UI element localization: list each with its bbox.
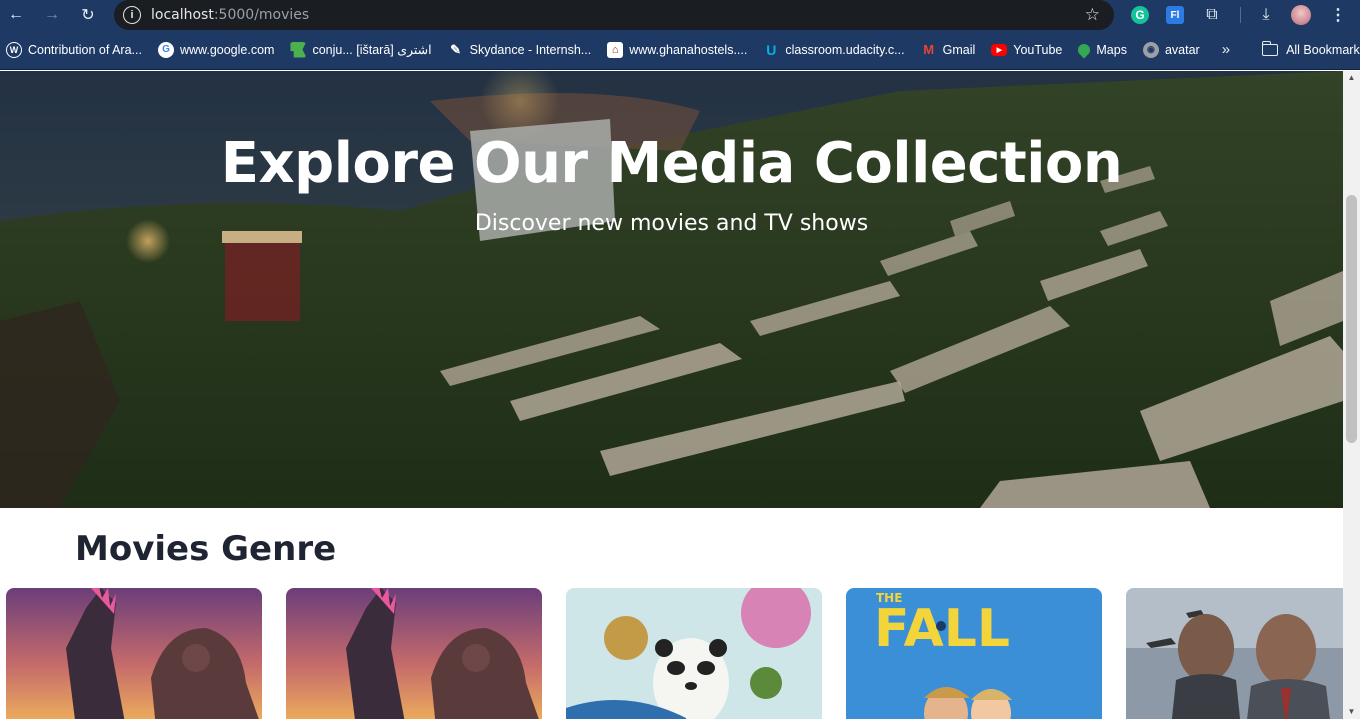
bookmark-label: www.ghanahostels.... [629, 42, 748, 57]
udacity-icon: U [766, 41, 777, 58]
address-bar[interactable]: i localhost:5000/movies ☆ [114, 0, 1114, 30]
bookmark-item[interactable]: ◉ avatar [1142, 36, 1208, 64]
url-text[interactable]: localhost:5000/movies [151, 7, 309, 23]
back-arrow-icon: ← [8, 6, 24, 23]
bookmark-item[interactable]: W Contribution of Ara... [6, 36, 150, 64]
movie-card[interactable] [1126, 588, 1343, 719]
bookmark-label: Skydance - Internsh... [469, 42, 592, 57]
bookmark-label: Gmail [942, 42, 976, 57]
all-bookmarks-button[interactable]: All Bookmarks [1261, 40, 1360, 57]
page-viewport: Explore Our Media Collection Discover ne… [0, 71, 1343, 719]
google-icon: G [157, 41, 174, 58]
toolbar-divider [1240, 7, 1241, 23]
back-button[interactable]: ← [2, 1, 30, 29]
bookmark-label: avatar [1164, 42, 1200, 57]
hero-subtitle: Discover new movies and TV shows [474, 211, 869, 236]
youtube-icon: ▶ [991, 43, 1008, 56]
scroll-up-icon[interactable]: ▲ [1343, 71, 1360, 85]
wordpress-icon: W [6, 41, 22, 58]
bookmarks-bar: W Contribution of Ara... G www.google.co… [0, 30, 1360, 70]
folder-icon [1261, 40, 1279, 56]
browser-menu-icon[interactable]: ⋮ [1330, 5, 1346, 25]
pen-icon: ✎ [450, 41, 462, 57]
bookmark-item[interactable]: ✎ Skydance - Internsh... [448, 36, 600, 64]
the-fall-guy-poster: THE FALL [846, 588, 1102, 719]
bookmark-label: classroom.udacity.c... [785, 42, 905, 57]
section-title: Movies Genre [75, 529, 337, 569]
hero-banner: Explore Our Media Collection Discover ne… [0, 71, 1343, 508]
bookmark-label: Contribution of Ara... [28, 42, 142, 57]
godzilla-kong-poster [286, 588, 542, 719]
page-scrollbar[interactable]: ▲ ▼ [1343, 71, 1360, 719]
hostel-icon: ⌂ [607, 41, 624, 58]
extensions-puzzle-icon[interactable]: ⧉ [1202, 5, 1222, 25]
profile-avatar[interactable] [1291, 5, 1311, 25]
site-info-icon[interactable]: i [123, 6, 141, 24]
maps-pin-icon [1075, 41, 1093, 58]
bookmark-item[interactable]: M Gmail [921, 36, 984, 64]
scroll-down-icon[interactable]: ▼ [1343, 705, 1360, 719]
bookmark-star-icon[interactable]: ☆ [1085, 5, 1100, 25]
movie-card[interactable] [6, 588, 262, 719]
bookmarks-overflow-icon[interactable]: » [1222, 41, 1230, 58]
forward-arrow-icon: → [44, 6, 60, 23]
url-host: localhost [151, 7, 214, 23]
bookmark-item[interactable]: G www.google.com [157, 36, 283, 64]
scroll-thumb[interactable] [1346, 195, 1357, 443]
bookmark-label: www.google.com [179, 42, 275, 57]
godzilla-kong-poster [6, 588, 262, 719]
bookmark-item[interactable]: ⌂ www.ghanahostels.... [607, 36, 755, 64]
browser-toolbar: ← → ↻ i localhost:5000/movies ☆ G Fl ⧉ ⤓… [0, 0, 1360, 30]
url-path: :5000/movies [213, 7, 310, 23]
movie-card[interactable]: THE FALL [846, 588, 1102, 719]
download-icon[interactable]: ⤓ [1256, 5, 1276, 25]
movie-card[interactable] [566, 588, 822, 719]
bookmark-item[interactable]: ▶ YouTube [991, 36, 1070, 64]
flag-icon [290, 41, 307, 58]
reload-button[interactable]: ↻ [74, 1, 102, 29]
hero-title: Explore Our Media Collection [220, 131, 1123, 196]
movie-card-row: THE FALL [0, 588, 1343, 719]
bookmark-item[interactable]: conju... [ištarā] اشترى [290, 36, 439, 64]
bookmark-label: conju... [ištarā] اشترى [312, 43, 432, 57]
extension-f-icon[interactable]: Fl [1166, 6, 1184, 24]
movie-card[interactable] [286, 588, 542, 719]
bookmark-label: YouTube [1013, 42, 1063, 57]
globe-icon: ◉ [1142, 41, 1159, 58]
gmail-icon: M [923, 42, 935, 57]
reload-icon: ↻ [81, 7, 95, 24]
kung-fu-panda-poster [566, 588, 822, 719]
bookmark-item[interactable]: U classroom.udacity.c... [763, 36, 912, 64]
action-thriller-poster [1126, 588, 1343, 719]
grammarly-extension-icon[interactable]: G [1131, 6, 1149, 24]
bookmark-label: Maps [1096, 42, 1127, 57]
bookmark-item[interactable]: Maps [1075, 36, 1135, 64]
forward-button[interactable]: → [38, 1, 66, 29]
all-bookmarks-label: All Bookmarks [1286, 42, 1360, 57]
